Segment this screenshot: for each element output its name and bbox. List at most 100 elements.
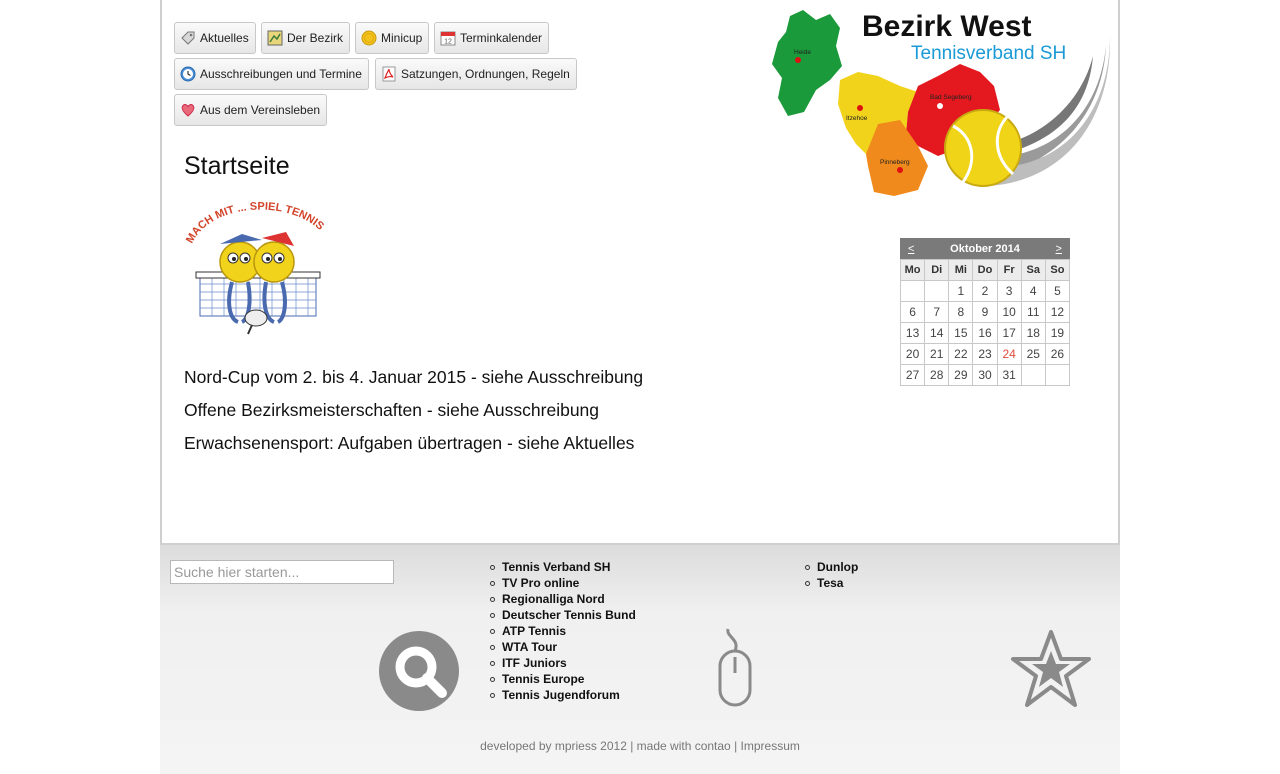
heart-icon [180, 102, 196, 118]
calendar-day[interactable]: 21 [924, 343, 950, 365]
nav-der-bezirk[interactable]: Der Bezirk [261, 22, 351, 54]
nav-label: Satzungen, Ordnungen, Regeln [401, 67, 570, 81]
footer-link[interactable]: Deutscher Tennis Bund [490, 607, 636, 623]
bullet-icon [490, 660, 495, 666]
calendar-day[interactable]: 30 [972, 364, 998, 386]
footer-link[interactable]: ITF Juniors [490, 655, 636, 671]
calendar-week-row: 20 21 22 23 24 25 26 [899, 343, 1071, 365]
calendar-day[interactable]: 26 [1044, 343, 1071, 365]
footer-link-label: Tesa [817, 576, 844, 590]
map-icon [267, 30, 283, 46]
search-input[interactable] [170, 560, 394, 584]
calendar-day[interactable]: 12 [1044, 301, 1071, 323]
impressum-link[interactable]: Impressum [741, 739, 800, 753]
calendar-day[interactable]: 7 [924, 301, 950, 323]
bullet-icon [490, 612, 495, 618]
footer-link-label: ATP Tennis [502, 624, 567, 638]
calendar-weekday: Mi [948, 259, 974, 281]
news-item: Erwachsenensport: Aufgaben übertragen - … [184, 433, 635, 453]
calendar-next-link[interactable]: > [1056, 243, 1062, 255]
calendar-prev-link[interactable]: < [908, 243, 914, 255]
footer-link[interactable]: Regionalliga Nord [490, 591, 636, 607]
calendar-day[interactable]: 25 [1020, 343, 1046, 365]
bullet-icon [805, 580, 810, 586]
calendar-day[interactable]: 18 [1020, 322, 1046, 344]
calendar-day[interactable]: 20 [899, 343, 926, 365]
calendar-header: < Oktober 2014 > [900, 238, 1070, 259]
clock-icon [180, 66, 196, 82]
credit-separator: | [730, 739, 741, 753]
calendar-weekday: Fr [996, 259, 1022, 281]
mascot-image: MACH MIT ... SPIEL TENNIS [184, 201, 326, 335]
nav-terminkalender[interactable]: 12 Terminkalender [434, 22, 550, 54]
calendar-week-row: 12345 [899, 280, 1071, 302]
bullet-icon [490, 644, 495, 650]
nav-satzungen[interactable]: Satzungen, Ordnungen, Regeln [375, 58, 577, 90]
calendar-weekday: Di [924, 259, 950, 281]
calendar-day[interactable]: 23 [972, 343, 998, 365]
calendar-day[interactable]: 22 [948, 343, 974, 365]
calendar-empty-cell [1020, 364, 1046, 386]
bullet-icon [490, 692, 495, 698]
footer-link-label: TV Pro online [502, 576, 580, 590]
calendar-day[interactable]: 4 [1020, 280, 1046, 302]
bullet-icon [490, 580, 495, 586]
footer-link[interactable]: Tennis Jugendforum [490, 687, 636, 703]
footer-links-primary: Tennis Verband SH TV Pro online Regionalli… [490, 559, 636, 703]
calendar-day[interactable]: 17 [996, 322, 1022, 344]
calendar-day[interactable]: 1 [948, 280, 974, 302]
calendar-week-row: 6 7 8 9 10 11 12 [899, 301, 1071, 323]
calendar-day[interactable]: 16 [972, 322, 998, 344]
footer-link-label: Tennis Jugendforum [502, 688, 620, 702]
page-title: Startseite [184, 152, 290, 180]
footer-link[interactable]: Tesa [805, 575, 858, 591]
footer-link[interactable]: WTA Tour [490, 639, 636, 655]
calendar-day[interactable]: 6 [899, 301, 926, 323]
calendar-weekday: Mo [899, 259, 926, 281]
calendar-day[interactable]: 9 [972, 301, 998, 323]
calendar-day[interactable]: 14 [924, 322, 950, 344]
footer-link[interactable]: ATP Tennis [490, 623, 636, 639]
footer-link[interactable]: Tennis Europe [490, 671, 636, 687]
calendar-day[interactable]: 3 [996, 280, 1022, 302]
city-label: Heide [794, 49, 811, 56]
news-item: Nord-Cup vom 2. bis 4. Januar 2015 - sie… [184, 367, 644, 387]
main-content: Aktuelles Der Bezirk Minicup 12 Terminka… [160, 0, 1120, 545]
calendar-week-row: 27 28 29 30 31 [899, 364, 1071, 386]
calendar-day[interactable]: 2 [972, 280, 998, 302]
calendar-day[interactable]: 31 [996, 364, 1022, 386]
calendar-day[interactable]: 8 [948, 301, 974, 323]
footer-link[interactable]: Dunlop [805, 559, 858, 575]
footer-link[interactable]: TV Pro online [490, 575, 636, 591]
calendar-day[interactable]: 28 [924, 364, 950, 386]
calendar-grid: Mo Di Mi Do Fr Sa So 1 2 3 4 5 6 7 8 9 10 11 12 13 14 15 16 17… [899, 259, 1071, 386]
calendar-day[interactable]: 11 [1020, 301, 1046, 323]
star-icon [1011, 630, 1091, 707]
nav-label: Aktuelles [200, 31, 249, 45]
calendar-day[interactable]: 15 [948, 322, 974, 344]
nav-ausschreibungen[interactable]: Ausschreibungen und Termine [174, 58, 369, 90]
calendar-day[interactable]: 10 [996, 301, 1022, 323]
nav-label: Minicup [381, 31, 423, 45]
calendar-body: 1 2 3 4 5 6 7 8 9 10 11 12 13 14 15 16 17 18 19 20 21 22 23 24 2… [899, 280, 1071, 386]
nav-aktuelles[interactable]: Aktuelles [174, 22, 256, 54]
calendar-day[interactable]: 29 [948, 364, 974, 386]
nav-label: Der Bezirk [287, 31, 344, 45]
city-label: Itzehoe [846, 115, 868, 122]
credit-contao-link[interactable]: made with contao [637, 739, 731, 753]
footer-links-sponsors: Dunlop Tesa [805, 559, 858, 591]
credit-developer-link[interactable]: developed by mpriess 2012 [480, 739, 627, 753]
calendar-empty-cell [1044, 364, 1071, 386]
calendar-day[interactable]: 5 [1044, 280, 1071, 302]
bullet-icon [490, 676, 495, 682]
calendar-day[interactable]: 19 [1044, 322, 1071, 344]
footer-link[interactable]: Tennis Verband SH [490, 559, 636, 575]
footer: Tennis Verband SH TV Pro online Regionalli… [160, 545, 1120, 774]
calendar-icon: 12 [440, 30, 456, 46]
nav-minicup[interactable]: Minicup [355, 22, 430, 54]
calendar-day[interactable]: 13 [899, 322, 926, 344]
calendar-week-row: 13 14 15 16 17 18 19 [899, 322, 1071, 344]
nav-vereinsleben[interactable]: Aus dem Vereinsleben [174, 94, 328, 126]
calendar-day[interactable]: 24 [996, 343, 1022, 365]
calendar-day[interactable]: 27 [899, 364, 926, 386]
